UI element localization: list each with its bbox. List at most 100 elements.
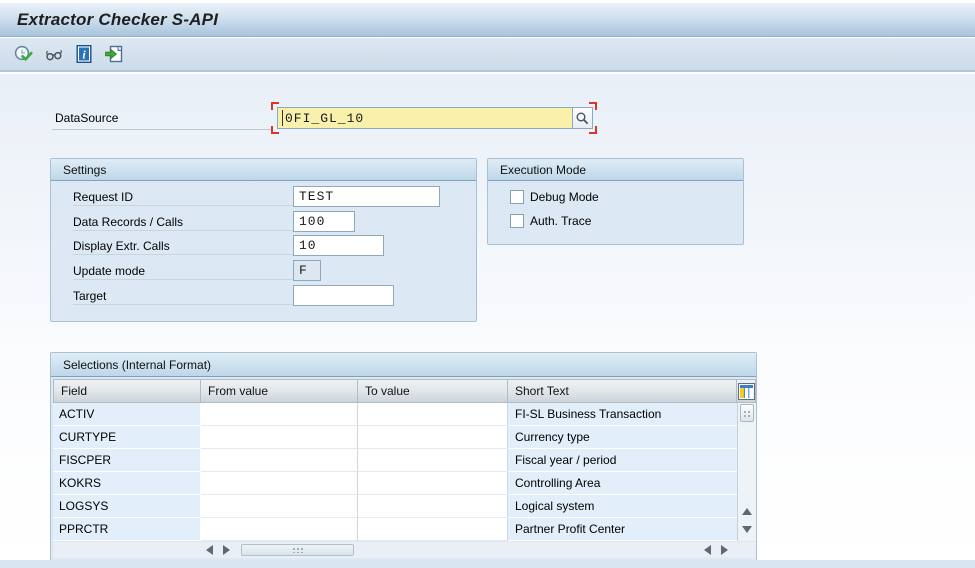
debug-mode-checkbox[interactable] [510,190,524,204]
from-value-cell[interactable] [201,449,358,472]
vertical-scrollbar[interactable] [737,403,756,541]
field-cell: LOGSYS [53,495,201,518]
down-arrow-icon [742,526,752,533]
title-bar: Extractor Checker S-API [0,3,975,37]
target-input[interactable] [293,285,394,306]
to-value-cell[interactable] [358,426,508,449]
short-text-cell: FI-SL Business Transaction [508,403,737,426]
to-value-cell[interactable] [358,518,508,541]
settings-groupbox: Settings Request ID TEST Data Records / … [50,158,477,322]
table-row: PPRCTR Partner Profit Center [53,518,737,541]
update-mode-input: F [293,260,321,281]
execute-icon [13,43,35,65]
auth-trace-checkbox[interactable] [510,214,524,228]
column-header-short-text[interactable]: Short Text [508,379,737,403]
display-extr-calls-input[interactable]: 10 [293,235,384,256]
label-underline [73,279,293,280]
data-records-label: Data Records / Calls [73,215,183,229]
table-body: ACTIV FI-SL Business Transaction CURTYPE… [53,403,737,541]
to-value-cell[interactable] [358,495,508,518]
to-value-cell[interactable] [358,403,508,426]
request-id-label: Request ID [73,190,133,204]
scroll-left-end-button[interactable] [704,545,711,555]
table-row: FISCPER Fiscal year / period [53,449,737,472]
request-id-input[interactable]: TEST [293,186,440,207]
debug-mode-label: Debug Mode [530,190,599,204]
to-value-cell[interactable] [358,472,508,495]
from-value-cell[interactable] [201,495,358,518]
grip-dots [292,547,303,553]
field-cell: CURTYPE [53,426,201,449]
selections-table: Field From value To value Short Text [53,379,756,541]
field-cell: KOKRS [53,472,201,495]
datasource-label: DataSource [55,111,118,125]
table-configuration-icon [738,383,755,400]
label-underline [73,304,293,305]
from-value-cell[interactable] [201,403,358,426]
execute-button[interactable] [11,42,36,67]
update-mode-label: Update mode [73,264,145,278]
display-button[interactable] [41,42,66,67]
label-underline [73,254,293,255]
short-text-cell: Fiscal year / period [508,449,737,472]
column-header-to-value[interactable]: To value [358,379,508,403]
data-records-input[interactable]: 100 [293,211,355,232]
scroll-down-button[interactable] [742,526,752,533]
table-settings-button[interactable] [737,379,756,403]
datasource-input[interactable]: 0FI_GL_10 [277,107,573,129]
search-icon [575,111,590,126]
to-value-cell[interactable] [358,449,508,472]
scroll-right-end-button[interactable] [721,545,728,555]
field-cell: PPRCTR [53,518,201,541]
transaction-title: Extractor Checker S-API [17,10,218,30]
table-header-row: Field From value To value Short Text [53,379,756,403]
scroll-up-button[interactable] [742,508,752,515]
from-value-cell[interactable] [201,426,358,449]
left-arrow-icon [206,545,213,555]
auth-trace-label: Auth. Trace [530,214,591,228]
exit-icon [103,43,125,65]
execution-mode-groupbox: Execution Mode Debug Mode Auth. Trace [487,158,744,245]
scroll-right-button[interactable] [223,545,230,555]
datasource-value: 0FI_GL_10 [285,111,364,126]
display-extr-calls-label: Display Extr. Calls [73,239,170,253]
short-text-cell: Controlling Area [508,472,737,495]
short-text-cell: Currency type [508,426,737,449]
selections-groupbox-title: Selections (Internal Format) [51,353,756,377]
target-label: Target [73,289,106,303]
field-cell: FISCPER [53,449,201,472]
grip-dots [743,410,752,417]
info-button[interactable]: i [71,42,96,67]
window-bottom-edge [0,560,975,568]
vertical-scrollbar-thumb[interactable] [740,404,754,422]
label-underline [73,205,293,206]
from-value-cell[interactable] [201,472,358,495]
selections-groupbox: Selections (Internal Format) Field From … [50,352,757,564]
table-row: ACTIV FI-SL Business Transaction [53,403,737,426]
execution-mode-groupbox-title: Execution Mode [488,159,743,181]
horizontal-scrollbar[interactable] [53,542,756,558]
up-arrow-icon [742,508,752,515]
from-value-cell[interactable] [201,518,358,541]
text-cursor [282,110,283,126]
right-arrow-icon [721,545,728,555]
datasource-label-underline [52,129,273,130]
short-text-cell: Logical system [508,495,737,518]
settings-groupbox-title: Settings [51,159,476,181]
display-glasses-icon [43,43,65,65]
right-arrow-icon [223,545,230,555]
sap-window: Extractor Checker S-API i [0,0,975,568]
horizontal-scrollbar-thumb[interactable] [241,544,354,556]
field-cell: ACTIV [53,403,201,426]
table-row: LOGSYS Logical system [53,495,737,518]
column-header-field[interactable]: Field [53,379,201,403]
scroll-left-button[interactable] [206,545,213,555]
value-help-button[interactable] [572,107,593,129]
short-text-cell: Partner Profit Center [508,518,737,541]
column-header-from-value[interactable]: From value [201,379,358,403]
table-row: CURTYPE Currency type [53,426,737,449]
application-toolbar: i [0,38,975,72]
label-underline [73,230,293,231]
exit-button[interactable] [101,42,126,67]
info-icon: i [73,43,95,65]
